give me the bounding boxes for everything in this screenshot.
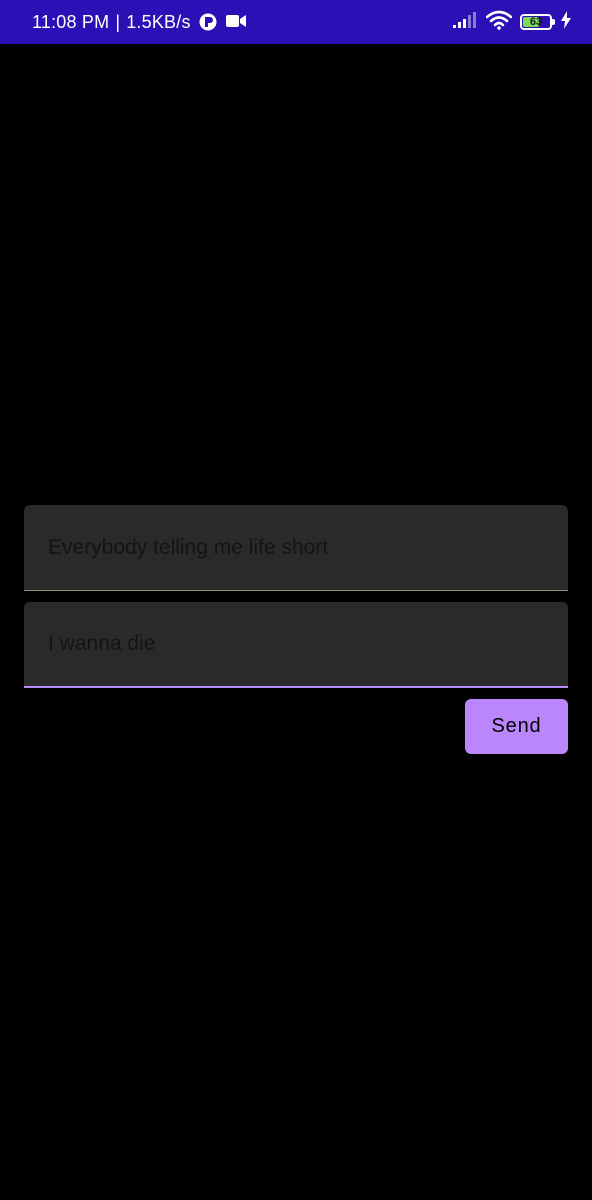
send-button[interactable]: Send (465, 699, 568, 754)
message-input-2[interactable]: I wanna die (24, 602, 568, 688)
video-camera-icon (225, 13, 247, 31)
status-separator: | (115, 11, 121, 32)
status-right: 63 (452, 10, 572, 35)
wifi-icon (485, 10, 513, 35)
charging-bolt-icon (560, 10, 572, 34)
message-input-1-value: Everybody telling me life short (48, 535, 329, 559)
status-time: 11:08 PM (32, 11, 110, 32)
app-notification-icon (199, 13, 217, 31)
status-left: 11:08 PM | 1.5KB/s (32, 12, 247, 33)
battery-level: 63 (529, 16, 543, 28)
signal-strength-icon (452, 11, 478, 34)
status-bar: 11:08 PM | 1.5KB/s 63 (0, 0, 592, 44)
message-input-1[interactable]: Everybody telling me life short (24, 505, 568, 591)
battery-icon: 63 (520, 14, 555, 30)
network-speed: 1.5KB/s (126, 11, 191, 32)
message-input-2-value: I wanna die (48, 632, 156, 655)
